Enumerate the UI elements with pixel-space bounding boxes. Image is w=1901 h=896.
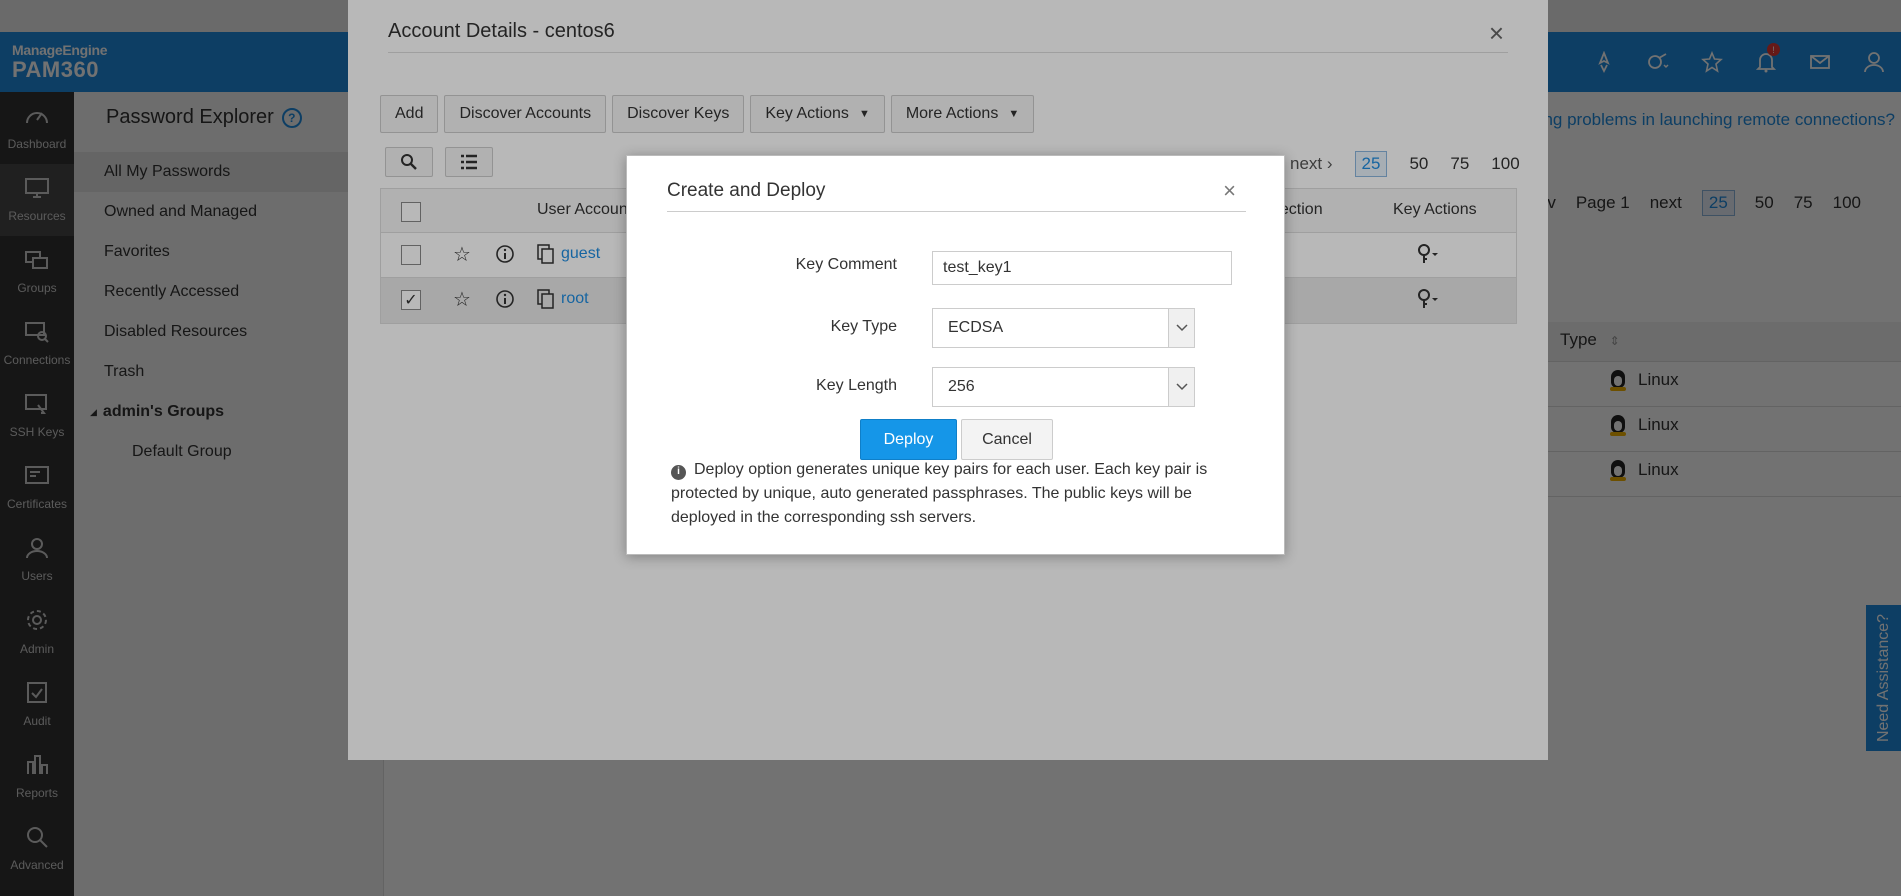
- create-and-deploy-dialog: Create and Deploy × Key Comment test_key…: [626, 155, 1285, 555]
- key-type-select[interactable]: ECDSA: [932, 308, 1195, 348]
- chevron-down-icon: [1168, 368, 1194, 406]
- key-length-label: Key Length: [816, 377, 897, 394]
- key-length-value: 256: [948, 378, 975, 395]
- chevron-down-icon: [1168, 309, 1194, 347]
- cancel-button[interactable]: Cancel: [961, 419, 1053, 460]
- key-comment-label: Key Comment: [795, 256, 897, 273]
- dialog-title: Create and Deploy: [667, 180, 826, 201]
- key-type-value: ECDSA: [948, 319, 1004, 336]
- info-icon: i: [671, 464, 686, 480]
- key-length-select[interactable]: 256: [932, 367, 1195, 407]
- deploy-button[interactable]: Deploy: [860, 419, 957, 460]
- divider: [667, 211, 1246, 212]
- deploy-info-note: i Deploy option generates unique key pair…: [671, 458, 1251, 530]
- deploy-info-text: Deploy option generates unique key pairs…: [671, 461, 1208, 526]
- key-type-label: Key Type: [830, 318, 897, 335]
- close-icon[interactable]: ×: [1223, 178, 1236, 204]
- key-comment-input[interactable]: test_key1: [932, 251, 1232, 285]
